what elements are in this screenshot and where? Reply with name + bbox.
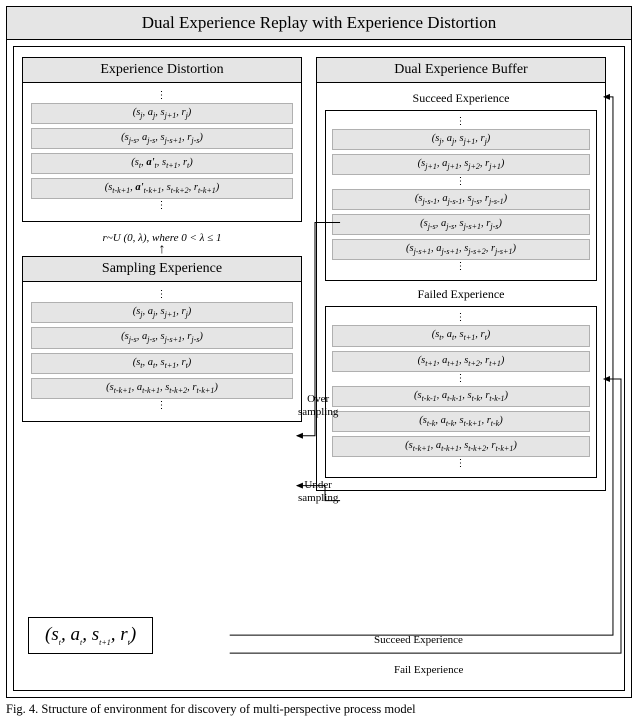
input-tuple: (st, at, st+1, rt): [28, 617, 153, 654]
ellipsis-icon: ⋮: [332, 264, 590, 270]
failed-frame: ⋮ (st, at, st+1, rt) (st+1, at+1, st+2, …: [325, 306, 597, 477]
failed-row: (st-k, at-k, st-k+1, rt-k): [332, 411, 590, 432]
sampling-experience-panel: Sampling Experience ⋮ (sj, aj, sj+1, rj)…: [22, 256, 302, 421]
sampling-row: (sj, aj, sj+1, rj): [31, 302, 293, 323]
failed-row: (st-k+1, at-k+1, st-k+2, rt-k+1): [332, 436, 590, 457]
succeed-row: (sj-s, aj-s, sj-s+1, rj-s): [332, 214, 590, 235]
left-column: Experience Distortion ⋮ (sj, aj, sj+1, r…: [22, 57, 302, 501]
ellipsis-icon: ⋮: [31, 403, 293, 409]
ellipsis-icon: ⋮: [31, 93, 293, 99]
succeed-row: (sj+1, aj+1, sj+2, rj+1): [332, 154, 590, 175]
diagram-body: Experience Distortion ⋮ (sj, aj, sj+1, r…: [13, 46, 625, 691]
sampling-row: (st-k+1, at-k+1, st-k+2, rt-k+1): [31, 378, 293, 399]
succeed-row: (sj, aj, sj+1, rj): [332, 129, 590, 150]
diagram-outer: Dual Experience Replay with Experience D…: [6, 6, 632, 698]
right-column: Dual Experience Buffer Succeed Experienc…: [316, 57, 606, 501]
failed-row: (st, at, st+1, rt): [332, 325, 590, 346]
succeed-row: (sj-s-1, aj-s-1, sj-s, rj-s-1): [332, 189, 590, 210]
failed-row: (st-k-1, at-k-1, st-k, rt-k-1): [332, 386, 590, 407]
distortion-row: (sj, aj, sj+1, rj): [31, 103, 293, 124]
over-sampling-label: Oversampling: [298, 393, 338, 419]
ellipsis-icon: ⋮: [332, 461, 590, 467]
distortion-row: (st-k+1, a't-k+1, st-k+2, rt-k+1): [31, 178, 293, 199]
experience-distortion-panel: Experience Distortion ⋮ (sj, aj, sj+1, r…: [22, 57, 302, 222]
succeed-frame: ⋮ (sj, aj, sj+1, rj) (sj+1, aj+1, sj+2, …: [325, 110, 597, 281]
ellipsis-icon: ⋮: [332, 179, 590, 185]
sampling-experience-title: Sampling Experience: [23, 257, 301, 282]
ellipsis-icon: ⋮: [332, 119, 590, 125]
sampling-row: (sj-s, aj-s, sj-s+1, rj-s): [31, 327, 293, 348]
dual-buffer-title: Dual Experience Buffer: [317, 58, 605, 83]
diagram-title: Dual Experience Replay with Experience D…: [7, 7, 631, 40]
arrow-up-icon: ↑: [22, 244, 302, 256]
sampling-row: (st, at, st+1, rt): [31, 353, 293, 374]
succeed-sub-title: Succeed Experience: [321, 91, 601, 106]
ellipsis-icon: ⋮: [31, 292, 293, 298]
fail-experience-label: Fail Experience: [394, 664, 463, 676]
failed-sub-title: Failed Experience: [321, 287, 601, 302]
distortion-row: (st, a't, st+1, rt): [31, 153, 293, 174]
succeed-row: (sj-s+1, aj-s+1, sj-s+2, rj-s+1): [332, 239, 590, 260]
ellipsis-icon: ⋮: [332, 315, 590, 321]
distortion-row: (sj-s, aj-s, sj-s+1, rj-s): [31, 128, 293, 149]
under-sampling-label: Undersampling: [298, 479, 338, 505]
figure-caption: Fig. 4. Structure of environment for dis…: [6, 702, 634, 717]
ellipsis-icon: ⋮: [31, 203, 293, 209]
succeed-experience-label: Succeed Experience: [374, 634, 463, 646]
ellipsis-icon: ⋮: [332, 376, 590, 382]
failed-row: (st+1, at+1, st+2, rt+1): [332, 351, 590, 372]
experience-distortion-title: Experience Distortion: [23, 58, 301, 83]
dual-buffer-panel: Dual Experience Buffer Succeed Experienc…: [316, 57, 606, 491]
